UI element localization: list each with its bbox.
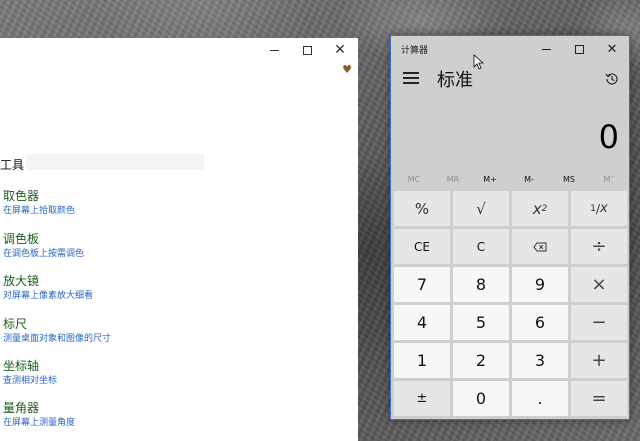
square-base: x xyxy=(532,199,542,218)
tool-desc: 测量桌面对象和图像的尺寸 xyxy=(3,334,112,344)
window-title: 计算器 xyxy=(401,46,429,56)
title-bar[interactable]: 计算器 ✕ xyxy=(391,36,629,62)
tool-title[interactable]: 取色器 xyxy=(3,188,75,204)
tool-protractor[interactable]: 量角器 在屏幕上测量角度 xyxy=(3,400,75,430)
calculator-window: 计算器 ✕ 标准 0 MC MR M+ M- MS M˅ % √ x2 1/x … xyxy=(390,35,630,420)
tool-desc: 在调色板上按需调色 xyxy=(3,249,85,259)
minimize-icon xyxy=(541,48,551,50)
mouse-cursor-icon xyxy=(473,54,485,70)
digit-8-button[interactable]: 8 xyxy=(453,267,509,302)
digit-9-button[interactable]: 9 xyxy=(512,267,568,302)
digit-5-button[interactable]: 5 xyxy=(453,305,509,340)
tool-palette[interactable]: 调色板 在调色板上按需调色 xyxy=(3,231,84,261)
reciprocal-denominator: x xyxy=(600,201,608,216)
display-value: 0 xyxy=(598,118,619,156)
digit-1-button[interactable]: 1 xyxy=(394,343,450,378)
maximize-icon xyxy=(302,45,312,55)
memory-subtract-button[interactable]: M- xyxy=(510,170,548,190)
tool-title[interactable]: 放大镜 xyxy=(3,273,93,289)
multiply-button[interactable]: × xyxy=(571,267,627,302)
backspace-icon xyxy=(533,242,547,251)
minimize-button[interactable] xyxy=(260,40,288,60)
tool-magnifier[interactable]: 放大镜 对屏幕上像素放大细看 xyxy=(3,273,93,303)
equals-button[interactable]: = xyxy=(571,381,627,416)
memory-add-button[interactable]: M+ xyxy=(471,170,509,190)
history-icon[interactable] xyxy=(605,72,619,86)
memory-row: MC MR M+ M- MS M˅ xyxy=(391,170,629,190)
square-exponent: 2 xyxy=(541,203,548,214)
memory-clear-button[interactable]: MC xyxy=(395,170,433,190)
minimize-icon xyxy=(269,49,279,51)
negate-button[interactable]: ± xyxy=(394,381,450,416)
tool-title[interactable]: 调色板 xyxy=(3,231,84,247)
digit-0-button[interactable]: 0 xyxy=(453,381,509,416)
divide-button[interactable]: ÷ xyxy=(571,229,627,264)
mode-title: 标准 xyxy=(437,70,473,91)
tool-title[interactable]: 标尺 xyxy=(3,316,111,332)
subtract-button[interactable]: − xyxy=(571,305,627,340)
tool-desc: 查测相对坐标 xyxy=(3,376,58,386)
square-button[interactable]: x2 xyxy=(512,191,568,226)
tool-desc: 对屏幕上像素放大细看 xyxy=(3,291,94,301)
memory-list-button[interactable]: M˅ xyxy=(590,170,628,190)
heart-icon[interactable]: ♥ xyxy=(341,64,353,76)
heading-highlight xyxy=(26,154,204,170)
tool-color-picker[interactable]: 取色器 在屏幕上拾取颜色 xyxy=(3,188,75,218)
tool-title[interactable]: 量角器 xyxy=(3,400,75,416)
close-button[interactable]: ✕ xyxy=(326,40,354,60)
tool-ruler[interactable]: 标尺 测量桌面对象和图像的尺寸 xyxy=(3,316,111,346)
maximize-icon xyxy=(574,44,584,54)
tool-desc: 在屏幕上测量角度 xyxy=(3,418,76,428)
clear-button[interactable]: C xyxy=(453,229,509,264)
menu-icon[interactable] xyxy=(403,72,419,84)
maximize-button[interactable] xyxy=(564,40,594,58)
clear-entry-button[interactable]: CE xyxy=(394,229,450,264)
digit-7-button[interactable]: 7 xyxy=(394,267,450,302)
decimal-button[interactable]: . xyxy=(512,381,568,416)
percent-button[interactable]: % xyxy=(394,191,450,226)
digit-4-button[interactable]: 4 xyxy=(394,305,450,340)
tools-window: ✕ ♥ 工具 取色器 在屏幕上拾取颜色 调色板 在调色板上按需调色 放大镜 对屏… xyxy=(0,38,358,441)
add-button[interactable]: + xyxy=(571,343,627,378)
tool-desc: 在屏幕上拾取颜色 xyxy=(3,206,76,216)
tools-heading: 工具 xyxy=(0,158,25,172)
minimize-button[interactable] xyxy=(531,40,561,58)
maximize-button[interactable] xyxy=(293,40,321,60)
digit-2-button[interactable]: 2 xyxy=(453,343,509,378)
memory-store-button[interactable]: MS xyxy=(550,170,588,190)
memory-recall-button[interactable]: MR xyxy=(434,170,472,190)
digit-3-button[interactable]: 3 xyxy=(512,343,568,378)
tool-axis[interactable]: 坐标轴 查测相对坐标 xyxy=(3,358,57,388)
backspace-button[interactable] xyxy=(512,229,568,264)
close-icon: ✕ xyxy=(334,42,346,58)
reciprocal-button[interactable]: 1/x xyxy=(571,191,627,226)
close-icon: ✕ xyxy=(606,41,618,57)
digit-6-button[interactable]: 6 xyxy=(512,305,568,340)
close-button[interactable]: ✕ xyxy=(597,40,627,58)
tool-title[interactable]: 坐标轴 xyxy=(3,358,57,374)
sqrt-button[interactable]: √ xyxy=(453,191,509,226)
